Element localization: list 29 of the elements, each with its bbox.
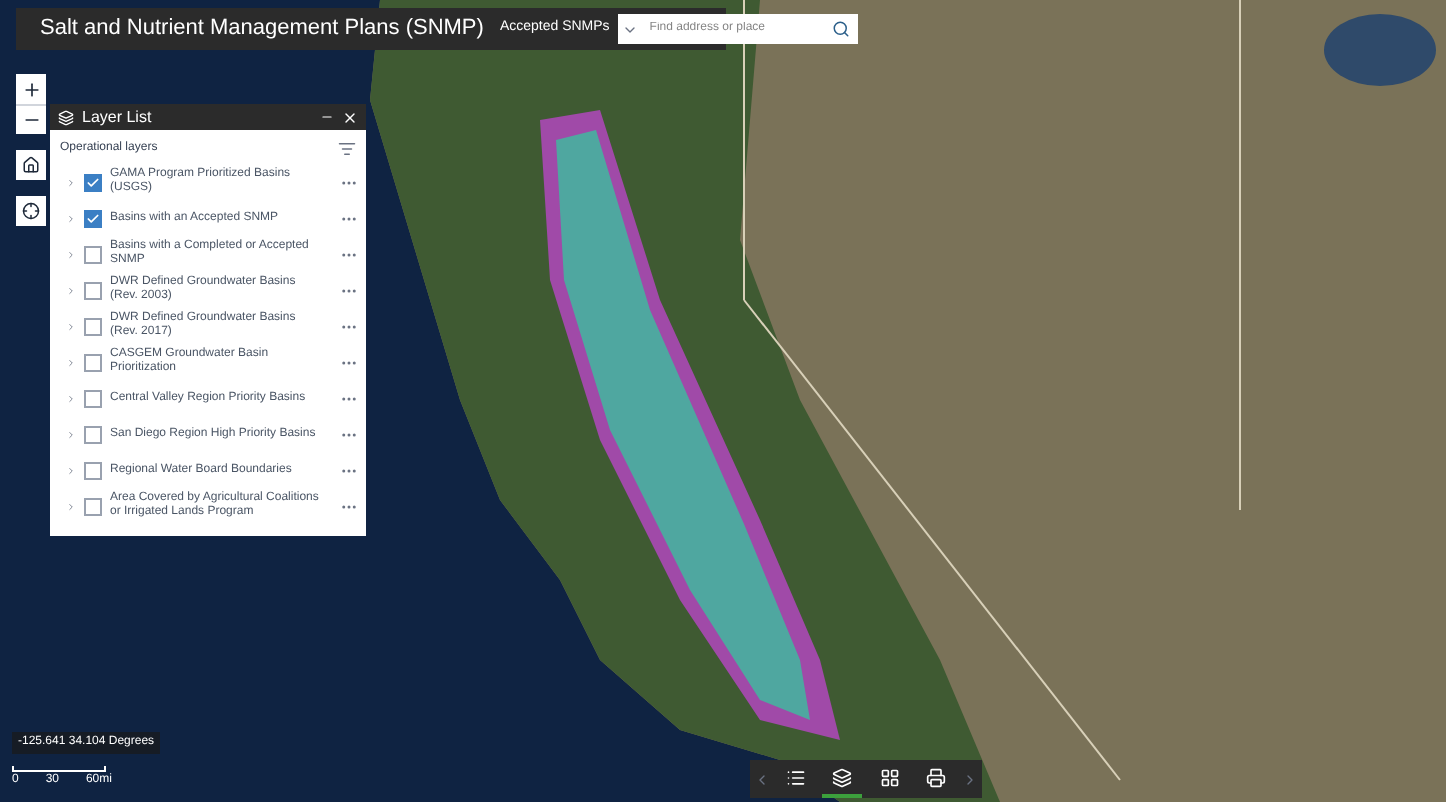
layer-checkbox[interactable] bbox=[84, 497, 102, 515]
locate-icon bbox=[22, 202, 40, 220]
layer-checkbox[interactable] bbox=[84, 281, 102, 299]
layer-checkbox[interactable] bbox=[84, 461, 102, 479]
layer-checkbox[interactable] bbox=[84, 353, 102, 371]
home-icon bbox=[22, 156, 40, 174]
app-title: Salt and Nutrient Management Plans (SNMP) bbox=[40, 14, 484, 45]
panel-title: Layer List bbox=[82, 105, 152, 129]
layer-checkbox[interactable] bbox=[84, 245, 102, 263]
plus-icon bbox=[21, 79, 41, 99]
filter-icon[interactable] bbox=[338, 140, 356, 158]
search-icon[interactable] bbox=[831, 20, 850, 38]
layer-checkbox[interactable] bbox=[84, 389, 102, 407]
checkmark-icon bbox=[86, 175, 100, 189]
layer-checkbox[interactable] bbox=[84, 425, 102, 443]
print-icon bbox=[925, 767, 946, 787]
grid-icon bbox=[879, 767, 900, 787]
locate-button[interactable] bbox=[16, 196, 46, 226]
minimize-icon[interactable] bbox=[320, 110, 334, 124]
layer-checkbox[interactable] bbox=[84, 209, 102, 227]
layers-icon bbox=[58, 109, 74, 125]
layer-checkbox[interactable] bbox=[84, 317, 102, 335]
layers-icon bbox=[832, 767, 853, 787]
list-icon bbox=[786, 767, 807, 787]
previous-icon[interactable] bbox=[754, 771, 770, 787]
checkmark-icon bbox=[86, 211, 100, 225]
home-button[interactable] bbox=[16, 150, 46, 180]
close-icon[interactable] bbox=[342, 109, 358, 125]
layer-checkbox[interactable] bbox=[84, 173, 102, 191]
